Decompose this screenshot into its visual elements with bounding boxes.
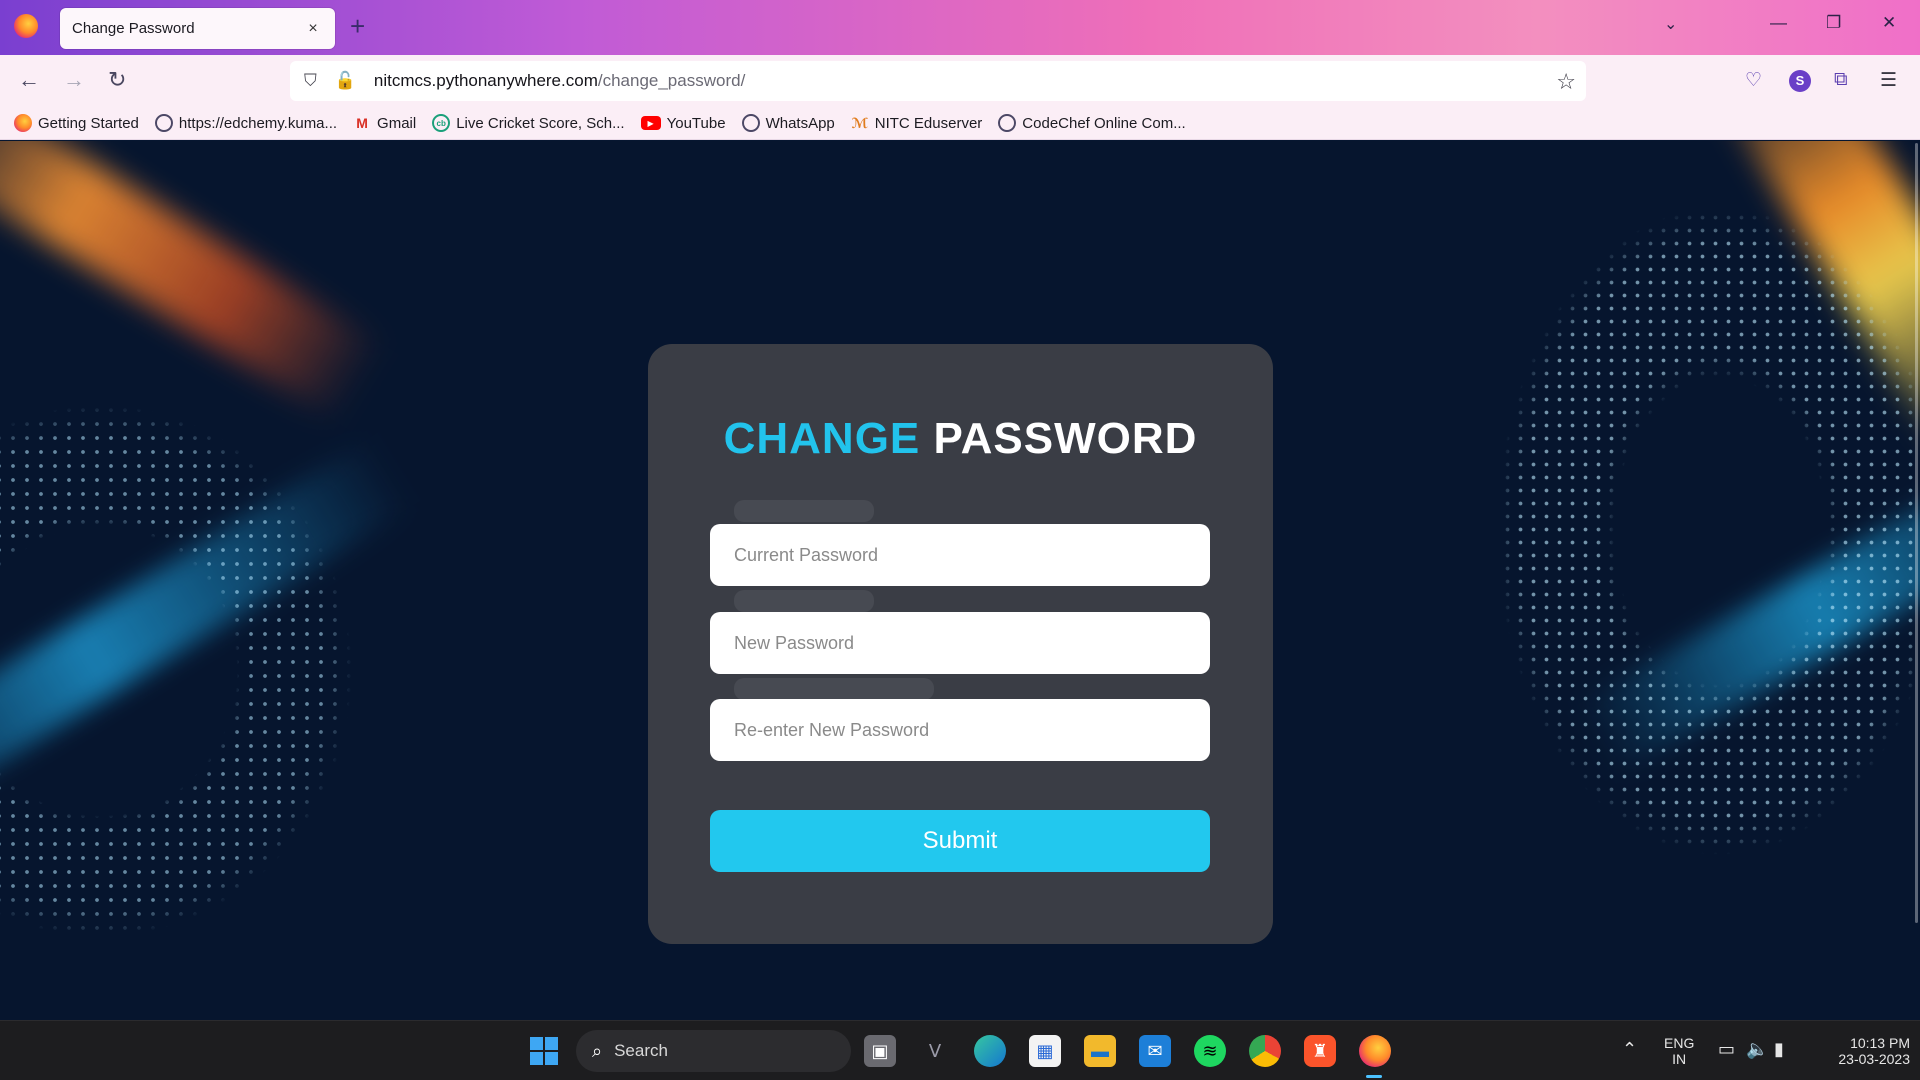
- field-label-ghost: [734, 678, 934, 700]
- bookmark-star-icon[interactable]: ☆: [1556, 69, 1576, 95]
- reenter-password-field[interactable]: [710, 699, 1210, 761]
- list-all-tabs-icon[interactable]: ⌄: [1664, 14, 1677, 34]
- extensions-icon[interactable]: ⧉: [1834, 69, 1848, 91]
- restore-icon[interactable]: ❐: [1826, 13, 1841, 33]
- bookmark-edchemy[interactable]: https://edchemy.kuma...: [154, 114, 338, 132]
- clock-time: 10:13 PM: [1850, 1035, 1910, 1051]
- task-view-icon[interactable]: ▣: [864, 1035, 896, 1067]
- firefox-icon: [14, 114, 32, 132]
- spotify-icon[interactable]: ≋: [1194, 1035, 1226, 1067]
- globe-icon: [998, 114, 1017, 132]
- cricbuzz-icon: cb: [432, 114, 451, 132]
- bookmark-nitc-eduserver[interactable]: ℳ NITC Eduserver: [851, 114, 983, 132]
- submit-button[interactable]: Submit: [710, 810, 1210, 872]
- bookmark-youtube[interactable]: ▶ YouTube: [640, 114, 726, 132]
- forward-arrow-icon[interactable]: →: [63, 67, 85, 93]
- battery-icon[interactable]: ▮: [1774, 1039, 1784, 1060]
- nitc-icon: ℳ: [851, 114, 869, 131]
- language-indicator[interactable]: ENG IN: [1664, 1035, 1694, 1067]
- url-host: nitcmcs.pythonanywhere.com: [373, 71, 598, 90]
- field-label-ghost: [734, 590, 874, 612]
- gmail-icon: M: [356, 115, 368, 131]
- chrome-icon[interactable]: [1249, 1035, 1281, 1067]
- clock[interactable]: 10:13 PM 23-03-2023: [1814, 1035, 1910, 1067]
- bookmark-label: Gmail: [377, 114, 417, 132]
- taskbar-search[interactable]: ⌕ Search: [576, 1030, 851, 1072]
- network-icon[interactable]: ▭: [1718, 1039, 1735, 1060]
- youtube-icon: ▶: [640, 116, 661, 130]
- windows-start-icon[interactable]: [528, 1035, 560, 1067]
- bookmark-cricbuzz[interactable]: cb Live Cricket Score, Sch...: [432, 114, 625, 132]
- bookmark-codechef[interactable]: CodeChef Online Com...: [998, 114, 1186, 132]
- bookmark-label: YouTube: [666, 114, 726, 132]
- file-explorer-icon[interactable]: ▬: [1084, 1035, 1116, 1067]
- close-window-icon[interactable]: ✕: [1882, 13, 1896, 33]
- brave-icon[interactable]: ♜: [1304, 1035, 1336, 1067]
- back-arrow-icon[interactable]: ←: [18, 67, 40, 93]
- profile-avatar[interactable]: S: [1789, 70, 1811, 92]
- bookmark-getting-started[interactable]: Getting Started: [14, 114, 139, 132]
- new-tab-button[interactable]: +: [350, 12, 365, 40]
- title-main-word: PASSWORD: [933, 414, 1198, 463]
- url-path: /change_password/: [597, 71, 746, 90]
- firefox-taskbar-icon[interactable]: [1359, 1035, 1391, 1067]
- reload-icon[interactable]: ↻: [108, 67, 126, 93]
- new-password-field[interactable]: [710, 612, 1210, 674]
- firefox-menu-icon[interactable]: [14, 14, 38, 38]
- title-accent-word: CHANGE: [723, 414, 921, 463]
- edge-icon[interactable]: [974, 1035, 1006, 1067]
- tab-change-password[interactable]: Change Password ×: [60, 8, 335, 49]
- globe-icon: [154, 114, 173, 132]
- bookmark-label: WhatsApp: [765, 114, 835, 132]
- tab-close-icon[interactable]: ×: [303, 20, 323, 38]
- bookmark-whatsapp[interactable]: WhatsApp: [741, 114, 835, 132]
- volume-icon[interactable]: 🔈: [1746, 1039, 1768, 1060]
- predator-sense-icon[interactable]: ᐯ: [919, 1035, 951, 1067]
- lock-insecure-icon[interactable]: 🔓: [335, 71, 356, 91]
- current-password-field[interactable]: [710, 524, 1210, 586]
- decorative-particle-wave-right: [1410, 141, 1920, 981]
- hamburger-menu-icon[interactable]: ☰: [1880, 69, 1897, 92]
- globe-icon: [741, 114, 760, 132]
- bookmark-gmail[interactable]: M Gmail: [353, 114, 416, 132]
- tab-title: Change Password: [72, 20, 195, 37]
- windows-taskbar: ⌕ Search ▣ ᐯ ▦ ▬ ✉ ≋ ♜ ⌃ ENG IN ▭ 🔈 ▮ 10…: [0, 1020, 1920, 1080]
- bookmark-label: https://edchemy.kuma...: [178, 114, 338, 132]
- decorative-particle-wave-left: [0, 291, 460, 1020]
- search-icon: ⌕: [592, 1040, 603, 1061]
- shield-icon[interactable]: ⛉: [304, 71, 317, 91]
- field-label-ghost: [734, 500, 874, 522]
- bookmark-label: Live Cricket Score, Sch...: [456, 114, 625, 132]
- browser-tab-bar: Change Password × + ⌄ — ❐ ✕: [0, 0, 1920, 55]
- address-bar[interactable]: ⛉ 🔓 nitcmcs.pythonanywhere.com/change_pa…: [290, 61, 1586, 101]
- active-app-indicator: [1366, 1075, 1382, 1078]
- pocket-icon[interactable]: ♡: [1745, 69, 1762, 92]
- page-scrollbar[interactable]: [1915, 143, 1918, 923]
- minimize-icon[interactable]: —: [1770, 13, 1787, 33]
- bookmark-label: Getting Started: [38, 114, 139, 132]
- clock-date: 23-03-2023: [1838, 1051, 1910, 1067]
- region-code: IN: [1672, 1051, 1687, 1067]
- language-code: ENG: [1664, 1035, 1695, 1051]
- browser-nav-bar: ← → ↻ ⛉ 🔓 nitcmcs.pythonanywhere.com/cha…: [0, 55, 1920, 107]
- show-hidden-icons-icon[interactable]: ⌃: [1622, 1039, 1637, 1060]
- page-viewport: CHANGE PASSWORD Submit: [0, 141, 1920, 1020]
- bookmark-label: CodeChef Online Com...: [1022, 114, 1186, 132]
- search-label: Search: [614, 1041, 668, 1060]
- mail-icon[interactable]: ✉: [1139, 1035, 1171, 1067]
- microsoft-store-icon[interactable]: ▦: [1029, 1035, 1061, 1067]
- bookmark-label: NITC Eduserver: [874, 114, 983, 132]
- page-title: CHANGE PASSWORD: [648, 414, 1273, 464]
- bookmarks-bar: Getting Started https://edchemy.kuma... …: [0, 107, 1920, 140]
- change-password-card: CHANGE PASSWORD Submit: [648, 344, 1273, 944]
